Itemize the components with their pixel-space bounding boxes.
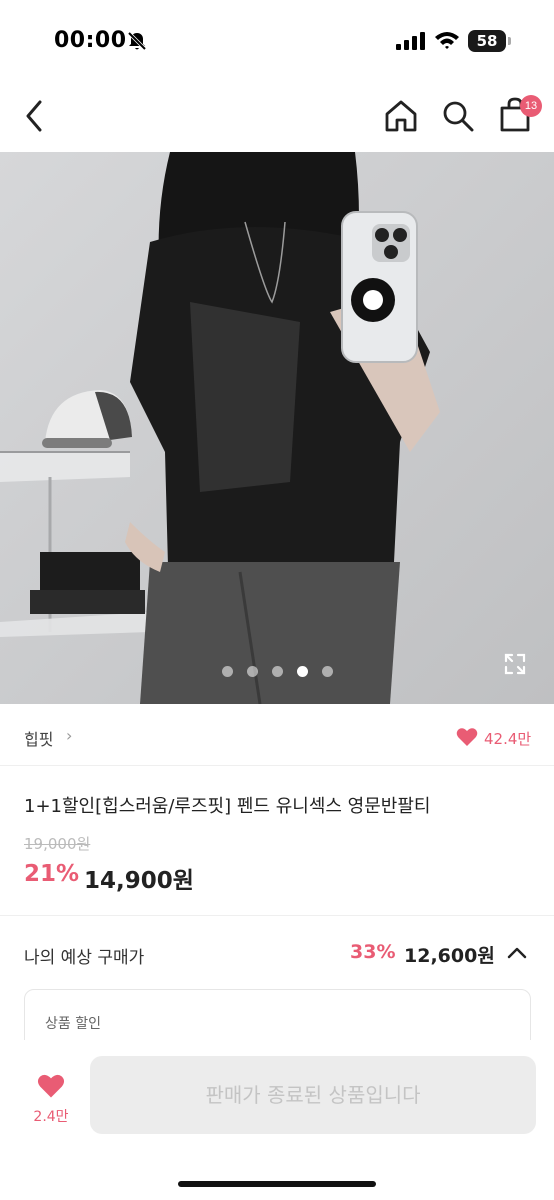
home-indicator [178,1181,376,1187]
brand-like-count: 42.4만 [484,730,532,748]
home-icon[interactable] [383,98,419,138]
original-price: 19,000원 [24,835,91,853]
pagination-dot[interactable] [322,666,333,677]
discount-rate: 21% [24,861,80,887]
product-photo-illustration [0,152,554,704]
cart-count-badge: 13 [520,95,542,117]
chevron-up-icon[interactable] [506,944,528,966]
heart-icon[interactable] [456,727,478,751]
battery-cap [508,37,511,45]
expected-price: 12,600원 [404,945,495,967]
product-image[interactable] [0,152,554,704]
pagination-dot[interactable] [222,666,233,677]
expand-icon[interactable] [503,652,527,680]
purchase-button-disabled[interactable]: 판매가 종료된 상품입니다 [90,1056,536,1134]
expected-price-label: 나의 예상 구매가 [24,948,145,968]
sale-price: 14,900원 [84,868,194,894]
product-title: 1+1할인[힙스러움/루즈핏] 펜드 유니섹스 영문반팔티 [24,796,431,817]
chevron-right-icon: › [66,726,73,745]
chevron-left-icon[interactable] [20,98,52,134]
pagination-dot[interactable] [247,666,258,677]
brand-name[interactable]: 힙핏 [24,726,53,750]
battery-indicator: 58 [468,30,506,52]
product-discount-label: 상품 할인 [45,1016,101,1032]
bell-muted-icon [126,30,148,56]
status-bar: 00:00 58 [0,0,554,80]
search-icon[interactable] [441,98,475,138]
pagination-dot[interactable] [272,666,283,677]
brand-row[interactable]: 힙핏 › 42.4만 [0,704,554,766]
status-time: 00:00 [54,28,127,53]
cellular-signal-icon [396,32,426,54]
heart-icon[interactable] [37,1073,65,1103]
wifi-icon [434,30,460,54]
wish-count: 2.4만 [33,1109,69,1125]
pagination-dot-active[interactable] [297,666,308,677]
section-divider [0,915,554,916]
bottom-action-bar: 2.4만 판매가 종료된 상품입니다 [0,1040,554,1200]
top-nav-bar: 13 [0,80,554,152]
expected-discount-rate: 33% [350,941,396,963]
